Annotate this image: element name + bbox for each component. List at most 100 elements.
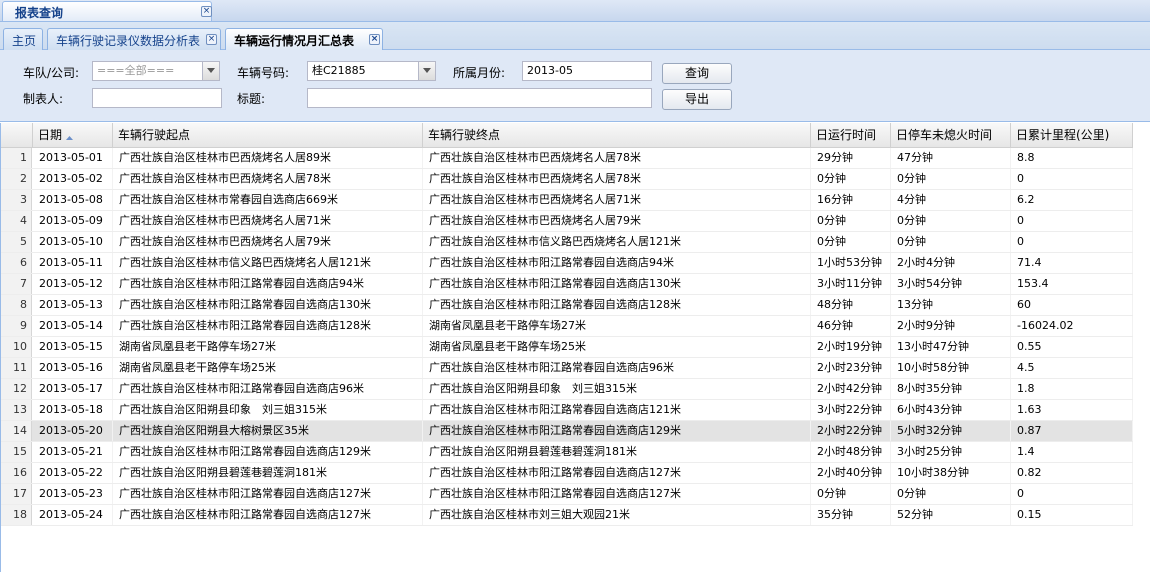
cell-start: 广西壮族自治区桂林市阳江路常春园自选商店127米 (113, 484, 423, 504)
maker-label: 制表人: (23, 92, 64, 106)
cell-date: 2013-05-16 (33, 358, 113, 378)
cell-mileage: 1.63 (1011, 400, 1133, 420)
cell-mileage: 0.82 (1011, 463, 1133, 483)
company-label: 车队/公司: (23, 66, 80, 80)
cell-end: 广西壮族自治区桂林市巴西烧烤名人居71米 (423, 190, 811, 210)
cell-end: 广西壮族自治区桂林市阳江路常春园自选商店96米 (423, 358, 811, 378)
cell-idle-time: 52分钟 (891, 505, 1011, 525)
table-row[interactable]: 13 2013-05-18 广西壮族自治区阳朔县印象 刘三姐315米 广西壮族自治区桂… (1, 400, 1133, 421)
table-row[interactable]: 16 2013-05-22 广西壮族自治区阳朔县碧莲巷碧莲洞181米 广西壮族自治区桂… (1, 463, 1133, 484)
cell-start: 广西壮族自治区桂林市巴西烧烤名人居89米 (113, 148, 423, 168)
summary-grid: 日期 车辆行驶起点 车辆行驶终点 日运行时间 日停车未熄火时间 日累计里程(公里… (0, 123, 1150, 572)
cell-mileage: -16024.02 (1011, 316, 1133, 336)
row-number: 15 (1, 442, 32, 462)
cell-mileage: 0.55 (1011, 337, 1133, 357)
close-icon[interactable]: × (201, 6, 212, 17)
cell-mileage: 0 (1011, 211, 1133, 231)
header-mileage[interactable]: 日累计里程(公里) (1011, 123, 1133, 147)
cell-idle-time: 4分钟 (891, 190, 1011, 210)
cell-run-time: 0分钟 (811, 484, 891, 504)
cell-idle-time: 0分钟 (891, 232, 1011, 252)
cell-end: 广西壮族自治区桂林市阳江路常春园自选商店94米 (423, 253, 811, 273)
query-button[interactable]: 查询 (662, 63, 732, 84)
tab-home[interactable]: 主页 (3, 28, 43, 50)
table-row[interactable]: 4 2013-05-09 广西壮族自治区桂林市巴西烧烤名人居71米 广西壮族自治区桂林… (1, 211, 1133, 232)
cell-idle-time: 3小时54分钟 (891, 274, 1011, 294)
cell-run-time: 29分钟 (811, 148, 891, 168)
close-icon[interactable]: × (206, 34, 217, 45)
cell-idle-time: 8小时35分钟 (891, 379, 1011, 399)
header-end[interactable]: 车辆行驶终点 (423, 123, 811, 147)
cell-run-time: 0分钟 (811, 232, 891, 252)
cell-date: 2013-05-01 (33, 148, 113, 168)
table-row[interactable]: 9 2013-05-14 广西壮族自治区桂林市阳江路常春园自选商店128米 湖南省凤凰… (1, 316, 1133, 337)
table-row[interactable]: 15 2013-05-21 广西壮族自治区桂林市阳江路常春园自选商店129米 广西壮族… (1, 442, 1133, 463)
cell-end: 湖南省凤凰县老干路停车场25米 (423, 337, 811, 357)
table-row[interactable]: 8 2013-05-13 广西壮族自治区桂林市阳江路常春园自选商店130米 广西壮族自… (1, 295, 1133, 316)
cell-mileage: 0.87 (1011, 421, 1133, 441)
inner-tab-strip: 主页 车辆行驶记录仪数据分析表 × 车辆运行情况月汇总表 × (0, 22, 1150, 51)
export-button[interactable]: 导出 (662, 89, 732, 110)
cell-date: 2013-05-18 (33, 400, 113, 420)
table-row[interactable]: 12 2013-05-17 广西壮族自治区桂林市阳江路常春园自选商店96米 广西壮族自… (1, 379, 1133, 400)
cell-run-time: 2小时40分钟 (811, 463, 891, 483)
cell-run-time: 2小时23分钟 (811, 358, 891, 378)
table-row[interactable]: 6 2013-05-11 广西壮族自治区桂林市信义路巴西烧烤名人居121米 广西壮族自… (1, 253, 1133, 274)
cell-start: 广西壮族自治区桂林市阳江路常春园自选商店128米 (113, 316, 423, 336)
cell-idle-time: 0分钟 (891, 211, 1011, 231)
row-number: 5 (1, 232, 32, 252)
chevron-down-icon[interactable] (202, 62, 219, 80)
outer-tab-report-query[interactable]: 报表查询 × (2, 1, 212, 21)
cell-start: 广西壮族自治区桂林市阳江路常春园自选商店130米 (113, 295, 423, 315)
cell-end: 广西壮族自治区桂林市巴西烧烤名人居78米 (423, 169, 811, 189)
cell-end: 广西壮族自治区桂林市信义路巴西烧烤名人居121米 (423, 232, 811, 252)
tab-monthly-summary[interactable]: 车辆运行情况月汇总表 × (225, 28, 383, 51)
table-row[interactable]: 10 2013-05-15 湖南省凤凰县老干路停车场27米 湖南省凤凰县老干路停车场2… (1, 337, 1133, 358)
cell-idle-time: 13小时47分钟 (891, 337, 1011, 357)
cell-date: 2013-05-02 (33, 169, 113, 189)
cell-start: 广西壮族自治区阳朔县印象 刘三姐315米 (113, 400, 423, 420)
tab-recorder-analysis[interactable]: 车辆行驶记录仪数据分析表 × (47, 28, 221, 50)
cell-idle-time: 47分钟 (891, 148, 1011, 168)
table-row[interactable]: 7 2013-05-12 广西壮族自治区桂林市阳江路常春园自选商店94米 广西壮族自治… (1, 274, 1133, 295)
cell-date: 2013-05-11 (33, 253, 113, 273)
cell-mileage: 1.4 (1011, 442, 1133, 462)
cell-start: 广西壮族自治区桂林市阳江路常春园自选商店127米 (113, 505, 423, 525)
close-icon[interactable]: × (369, 34, 380, 45)
table-row[interactable]: 14 2013-05-20 广西壮族自治区阳朔县大榕树景区35米 广西壮族自治区桂林市… (1, 421, 1133, 442)
cell-idle-time: 5小时32分钟 (891, 421, 1011, 441)
cell-mileage: 4.5 (1011, 358, 1133, 378)
header-idle-time[interactable]: 日停车未熄火时间 (891, 123, 1011, 147)
table-row[interactable]: 1 2013-05-01 广西壮族自治区桂林市巴西烧烤名人居89米 广西壮族自治区桂林… (1, 148, 1133, 169)
header-date[interactable]: 日期 (33, 123, 113, 147)
table-row[interactable]: 5 2013-05-10 广西壮族自治区桂林市巴西烧烤名人居79米 广西壮族自治区桂林… (1, 232, 1133, 253)
cell-end: 广西壮族自治区桂林市阳江路常春园自选商店127米 (423, 463, 811, 483)
table-row[interactable]: 11 2013-05-16 湖南省凤凰县老干路停车场25米 广西壮族自治区桂林市阳江路… (1, 358, 1133, 379)
maker-field[interactable] (92, 88, 222, 108)
month-field[interactable]: 2013-05 (522, 61, 652, 81)
row-number: 11 (1, 358, 32, 378)
table-row[interactable]: 3 2013-05-08 广西壮族自治区桂林市常春园自选商店669米 广西壮族自治区桂… (1, 190, 1133, 211)
cell-end: 广西壮族自治区桂林市阳江路常春园自选商店127米 (423, 484, 811, 504)
tab-label: 车辆行驶记录仪数据分析表 (56, 34, 201, 48)
chevron-down-icon[interactable] (418, 62, 435, 80)
company-select[interactable]: ===全部=== (92, 61, 220, 81)
cell-run-time: 16分钟 (811, 190, 891, 210)
header-run-time[interactable]: 日运行时间 (811, 123, 891, 147)
title-field[interactable] (307, 88, 652, 108)
filter-form: 车队/公司: ===全部=== 车辆号码: 桂C21885 所属月份: 2013… (0, 50, 1150, 122)
cell-mileage: 1.8 (1011, 379, 1133, 399)
table-row[interactable]: 17 2013-05-23 广西壮族自治区桂林市阳江路常春园自选商店127米 广西壮族… (1, 484, 1133, 505)
month-field-value: 2013-05 (527, 64, 573, 77)
table-row[interactable]: 2 2013-05-02 广西壮族自治区桂林市巴西烧烤名人居78米 广西壮族自治区桂林… (1, 169, 1133, 190)
company-select-value: ===全部=== (97, 64, 175, 77)
cell-idle-time: 10小时38分钟 (891, 463, 1011, 483)
cell-start: 广西壮族自治区桂林市阳江路常春园自选商店129米 (113, 442, 423, 462)
vehicle-select[interactable]: 桂C21885 (307, 61, 436, 81)
header-start[interactable]: 车辆行驶起点 (113, 123, 423, 147)
cell-start: 广西壮族自治区桂林市常春园自选商店669米 (113, 190, 423, 210)
cell-idle-time: 10小时58分钟 (891, 358, 1011, 378)
cell-date: 2013-05-12 (33, 274, 113, 294)
grid-header: 日期 车辆行驶起点 车辆行驶终点 日运行时间 日停车未熄火时间 日累计里程(公里… (1, 123, 1133, 148)
table-row[interactable]: 18 2013-05-24 广西壮族自治区桂林市阳江路常春园自选商店127米 广西壮族… (1, 505, 1133, 526)
